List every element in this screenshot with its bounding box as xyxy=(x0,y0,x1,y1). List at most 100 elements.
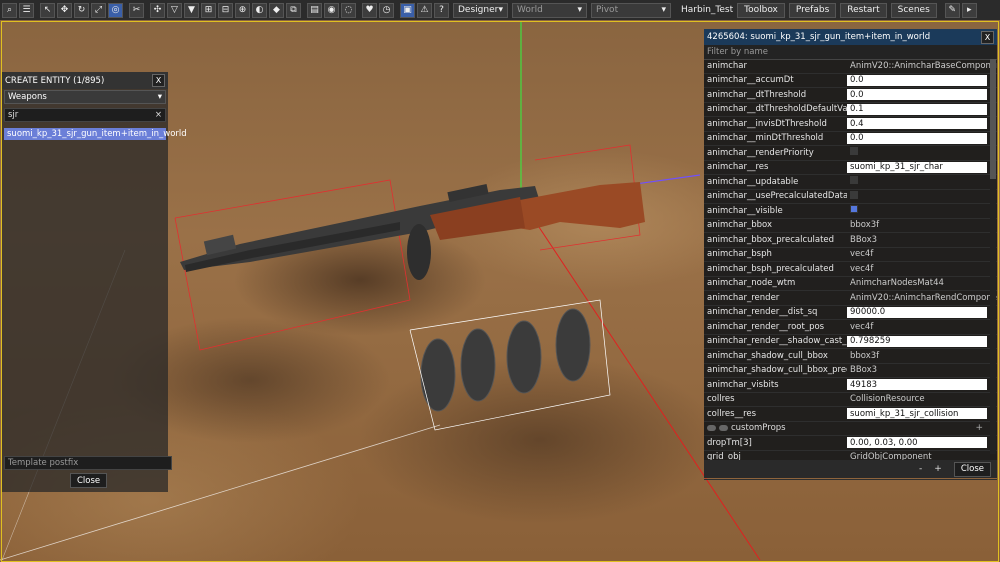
property-name: collres__res xyxy=(707,408,757,419)
template-search-input[interactable]: sjr × xyxy=(4,108,166,122)
checkbox[interactable] xyxy=(850,147,858,156)
property-row: animchar__renderPriority xyxy=(704,146,997,161)
cut-icon[interactable]: ✂ xyxy=(129,2,144,18)
property-name: customProps xyxy=(731,423,786,434)
heart-icon[interactable]: ♥ xyxy=(362,2,377,18)
scrollbar-thumb[interactable] xyxy=(990,59,996,179)
property-name: dropTm[3] xyxy=(707,437,752,448)
property-row: animchar_bsph vec4f xyxy=(704,248,997,262)
property-row: animchar__invisDtThreshold 0.4 xyxy=(704,117,997,132)
property-name: animchar__renderPriority xyxy=(707,147,814,158)
more-icon[interactable]: ▸ xyxy=(961,2,977,18)
property-value-input[interactable]: 0.0 xyxy=(847,74,987,86)
property-checkbox[interactable] xyxy=(847,147,997,158)
property-row: collres__res suomi_kp_31_sjr_collision xyxy=(704,407,997,422)
property-name: animchar_render__shadow_cast_dist xyxy=(707,336,847,347)
scenes-button[interactable]: Scenes xyxy=(890,2,937,18)
property-checkbox[interactable] xyxy=(847,190,997,202)
property-value-input[interactable]: 0.1 xyxy=(847,103,987,115)
move-tool-icon[interactable]: ✥ xyxy=(57,2,72,18)
help-icon[interactable]: ? xyxy=(434,2,449,18)
property-row: customProps + xyxy=(704,422,997,436)
property-name: animchar_node_wtm xyxy=(707,278,796,289)
add-button[interactable]: + xyxy=(934,464,942,474)
checkbox[interactable] xyxy=(850,190,858,199)
list-item[interactable]: suomi_kp_31_sjr_gun_item+item_in_world xyxy=(4,128,187,140)
property-checkbox[interactable] xyxy=(847,205,997,216)
pivot-dropdown[interactable]: Pivot ▾ xyxy=(591,2,671,18)
property-value-input[interactable]: 0.798259 xyxy=(847,335,987,347)
property-value-input[interactable]: 90000.0 xyxy=(847,306,987,318)
filter-input[interactable]: Filter by name xyxy=(704,45,997,60)
rotate-tool-icon[interactable]: ↻ xyxy=(74,2,89,18)
menu-icon[interactable]: ☰ xyxy=(19,2,34,18)
close-button[interactable]: Close xyxy=(70,473,108,488)
pivot-icon[interactable]: ◐ xyxy=(252,2,267,18)
drop-normal-icon[interactable]: ▼ xyxy=(184,2,199,18)
search-icon[interactable]: ⌕ xyxy=(2,2,17,18)
close-panel-button[interactable]: X xyxy=(152,74,165,87)
warning-icon[interactable]: ⚠ xyxy=(417,2,432,18)
property-value: bbox3f xyxy=(850,220,880,231)
property-name: animchar__visible xyxy=(707,205,783,216)
checkbox[interactable] xyxy=(850,176,858,185)
select-tool-icon[interactable]: ↖ xyxy=(40,2,55,18)
property-checkbox[interactable] xyxy=(847,176,997,187)
property-name: animchar_shadow_cull_bbox_precalc xyxy=(707,365,847,376)
toggle-icon[interactable] xyxy=(719,425,728,432)
snap-icon[interactable]: ✣ xyxy=(150,2,165,18)
property-row: animchar_bsph_precalculated vec4f xyxy=(704,262,997,277)
create-entity-title-bar: CREATE ENTITY (1/895) X xyxy=(2,72,168,89)
property-name: animchar_render__root_pos xyxy=(707,321,825,332)
layer-icon[interactable]: ⧉ xyxy=(286,2,301,18)
document-icon[interactable]: ▤ xyxy=(307,2,322,18)
clock-icon[interactable]: ◷ xyxy=(379,2,394,18)
close-button[interactable]: Close xyxy=(953,461,991,477)
restart-button[interactable]: Restart xyxy=(840,2,887,18)
property-value-input[interactable]: 0.0 xyxy=(847,132,987,144)
property-value-input[interactable]: 49183 xyxy=(847,379,987,391)
property-name: animchar__accumDt xyxy=(707,75,794,86)
property-name: animchar__usePrecalculatedData xyxy=(707,191,847,202)
property-name: animchar__invisDtThreshold xyxy=(707,118,827,129)
prefabs-button[interactable]: Prefabs xyxy=(788,2,837,18)
wrench-icon[interactable]: ✎ xyxy=(944,2,960,18)
hide-icon[interactable]: ◌ xyxy=(341,2,356,18)
property-value-input[interactable]: suomi_kp_31_sjr_collision xyxy=(847,408,987,420)
toolbox-button[interactable]: Toolbox xyxy=(737,2,785,18)
property-value: BBox3 xyxy=(850,365,878,376)
toggle-icon[interactable] xyxy=(707,425,716,432)
property-value-input[interactable]: 0.4 xyxy=(847,118,987,130)
scale-tool-icon[interactable]: ⤢ xyxy=(91,2,106,18)
drop-icon[interactable]: ▽ xyxy=(167,2,182,18)
property-value: AnimcharNodesMat44 xyxy=(850,278,944,289)
target-icon[interactable]: ⊕ xyxy=(235,2,250,18)
create-entity-title: CREATE ENTITY (1/895) xyxy=(5,75,105,86)
diamond-icon[interactable]: ◆ xyxy=(269,2,284,18)
save-icon[interactable]: ▣ xyxy=(400,2,415,18)
snap-grid-icon[interactable]: ⊟ xyxy=(218,2,233,18)
inspector-panel: 4265604: suomi_kp_31_sjr_gun_item+item_i… xyxy=(704,29,997,480)
property-row: animchar_node_wtm AnimcharNodesMat44 xyxy=(704,277,997,291)
property-value-input[interactable]: 0.00, 0.03, 0.00 xyxy=(847,437,987,449)
world-space-icon[interactable]: ◎ xyxy=(108,2,123,18)
checkbox[interactable] xyxy=(850,205,858,214)
property-row: dropTm[3] 0.00, 0.03, 0.00 xyxy=(704,436,997,451)
clear-search-icon[interactable]: × xyxy=(155,110,162,120)
property-value-input[interactable]: suomi_kp_31_sjr_char xyxy=(847,161,987,173)
template-postfix-input[interactable]: Template postfix xyxy=(4,456,172,470)
mode-dropdown[interactable]: Designer ▾ xyxy=(453,2,508,18)
toolbar: ⌕ ☰ ↖ ✥ ↻ ⤢ ◎ ✂ ✣ ▽ ▼ ⊞ ⊟ ⊕ ◐ ◆ ⧉ ▤ ◉ ◌ … xyxy=(0,0,1000,20)
property-name: animchar_render xyxy=(707,292,780,303)
property-row: animchar_render__dist_sq 90000.0 xyxy=(704,306,997,320)
scrollbar[interactable] xyxy=(990,59,996,454)
close-inspector-button[interactable]: X xyxy=(981,30,994,44)
add-prop-button[interactable]: + xyxy=(975,423,983,433)
remove-button[interactable]: - xyxy=(919,464,922,474)
property-value-input[interactable]: 0.0 xyxy=(847,89,987,101)
eye-icon[interactable]: ◉ xyxy=(324,2,339,18)
property-row: animchar__dtThresholdDefaultValue 0.1 xyxy=(704,103,997,117)
grid-icon[interactable]: ⊞ xyxy=(201,2,216,18)
space-dropdown[interactable]: World ▾ xyxy=(512,2,587,18)
category-dropdown[interactable]: Weapons ▾ xyxy=(4,90,166,104)
